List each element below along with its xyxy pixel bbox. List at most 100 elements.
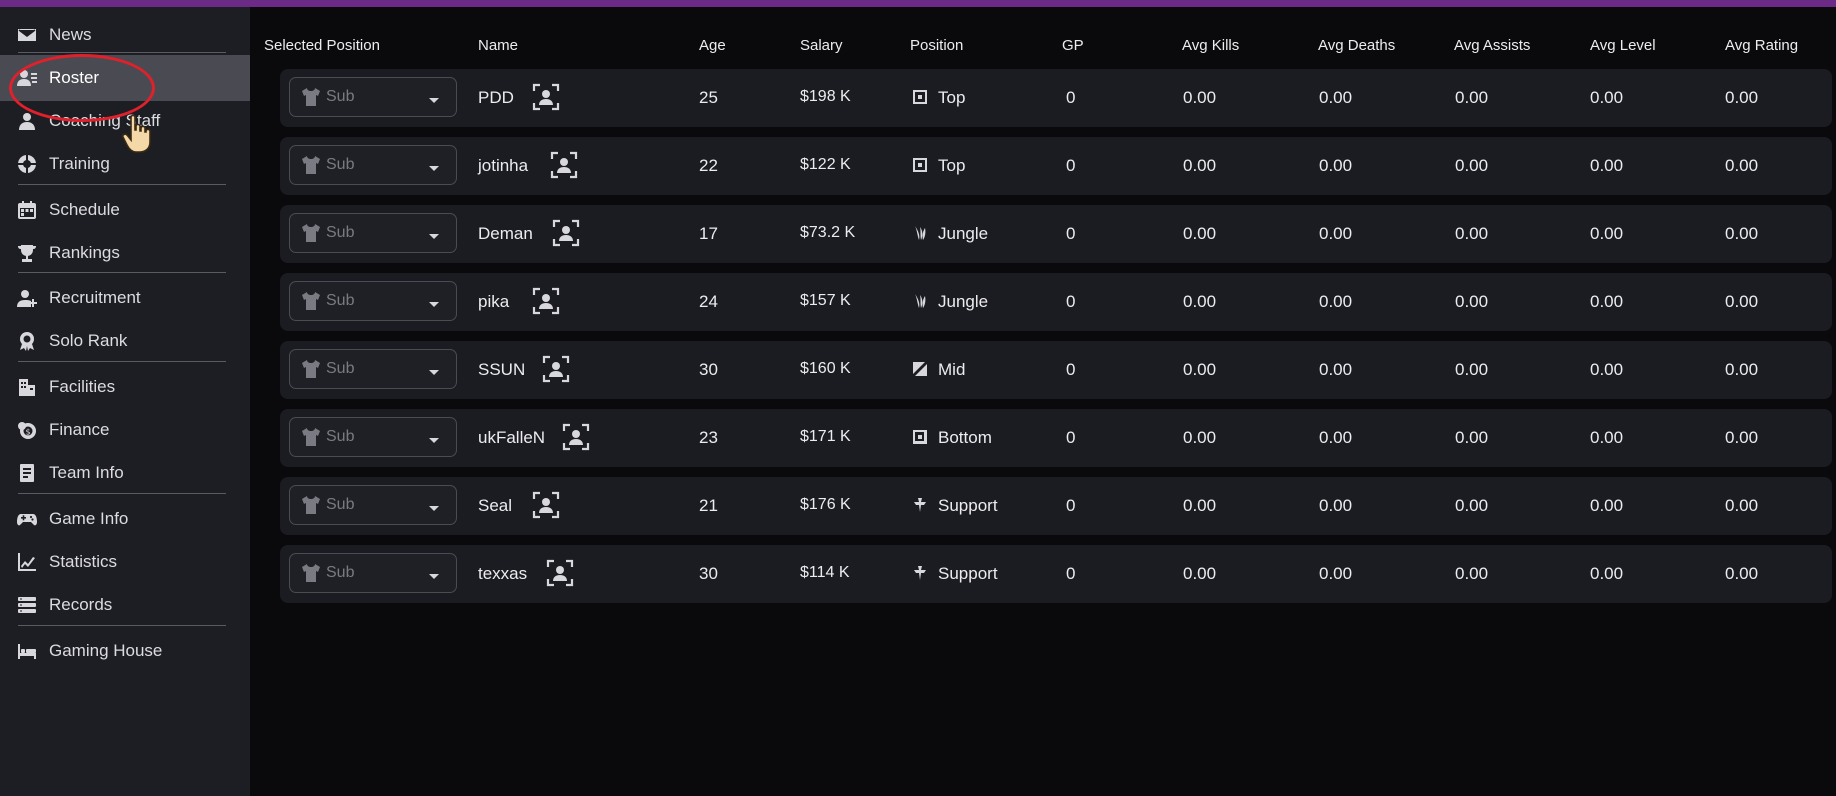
- player-position: Jungle: [938, 224, 989, 243]
- player-name[interactable]: pika: [478, 292, 509, 312]
- header-gp[interactable]: GP: [1062, 37, 1084, 54]
- sidebar-item-label: Recruitment: [49, 288, 141, 307]
- header-salary[interactable]: Salary: [800, 37, 843, 54]
- player-avg-assists: 0.00: [1455, 428, 1489, 447]
- player-name[interactable]: Deman: [478, 224, 533, 244]
- header-selected-position[interactable]: Selected Position: [264, 37, 380, 54]
- sidebar-item-label: Rankings: [49, 243, 120, 262]
- table-row[interactable]: Sub Deman 17 $73.2 K Jungle 0 0.00 0.00 0.00 0.00…: [280, 205, 1832, 263]
- table-row[interactable]: Sub texxas 30 $114 K Support 0 0.00 0.00 0.00 0.0…: [280, 545, 1832, 603]
- header-avg-rating[interactable]: Avg Rating: [1725, 37, 1798, 54]
- selected-position-value: Sub: [326, 428, 355, 445]
- sidebar-item-label: Statistics: [49, 552, 118, 571]
- player-profile-icon[interactable]: [546, 559, 574, 587]
- player-avg-level: 0.00: [1590, 224, 1624, 243]
- sidebar-item-gaming-house[interactable]: Gaming House: [0, 628, 250, 674]
- sidebar-item-recruitment[interactable]: Recruitment: [0, 275, 250, 321]
- player-avg-kills: 0.00: [1183, 428, 1217, 447]
- player-avg-assists: 0.00: [1455, 88, 1489, 107]
- selected-position-dropdown[interactable]: Sub: [289, 213, 457, 253]
- sidebar-item-roster[interactable]: Roster: [0, 55, 250, 101]
- sidebar-item-schedule[interactable]: Schedule: [0, 187, 250, 233]
- header-age[interactable]: Age: [699, 37, 726, 54]
- player-profile-icon[interactable]: [532, 287, 560, 315]
- table-row[interactable]: Sub ukFalleN 23 $171 K Bottom 0 0.00 0.00 0.00 0.…: [280, 409, 1832, 467]
- chevron-down-icon: [428, 363, 440, 375]
- selected-position-value: Sub: [326, 156, 355, 173]
- jersey-icon: [301, 495, 321, 515]
- player-profile-icon[interactable]: [532, 83, 560, 111]
- header-name[interactable]: Name: [478, 37, 518, 54]
- header-avg-assists[interactable]: Avg Assists: [1454, 37, 1530, 54]
- sidebar-item-coaching-staff[interactable]: Coaching Staff: [0, 98, 250, 144]
- selected-position-value: Sub: [326, 88, 355, 105]
- building-icon: [16, 376, 38, 398]
- player-avg-rating: 0.00: [1725, 292, 1759, 311]
- selected-position-dropdown[interactable]: Sub: [289, 145, 457, 185]
- sidebar-item-rankings[interactable]: Rankings: [0, 230, 250, 276]
- header-avg-level[interactable]: Avg Level: [1590, 37, 1656, 54]
- selected-position-dropdown[interactable]: Sub: [289, 281, 457, 321]
- player-salary: $114 K: [800, 564, 850, 581]
- player-profile-icon[interactable]: [550, 151, 578, 179]
- player-name[interactable]: SSUN: [478, 360, 525, 380]
- table-header: Selected Position Name Age Salary Positi…: [250, 37, 1836, 67]
- trophy-icon: [16, 242, 38, 264]
- selected-position-dropdown[interactable]: Sub: [289, 417, 457, 457]
- sidebar-item-team-info[interactable]: Team Info: [0, 450, 250, 496]
- player-profile-icon[interactable]: [532, 491, 560, 519]
- chevron-down-icon: [428, 431, 440, 443]
- player-avg-level: 0.00: [1590, 564, 1624, 583]
- selected-position-dropdown[interactable]: Sub: [289, 553, 457, 593]
- player-age: 21: [699, 496, 718, 515]
- support-icon: [912, 497, 928, 513]
- sidebar-item-news[interactable]: News: [0, 12, 250, 58]
- table-row[interactable]: Sub SSUN 30 $160 K Mid 0 0.00 0.00 0.00 0.00 0.00: [280, 341, 1832, 399]
- player-age: 30: [699, 564, 718, 583]
- table-row[interactable]: Sub jotinha 22 $122 K Top 0 0.00 0.00 0.00 0.00 0.…: [280, 137, 1832, 195]
- player-avg-deaths: 0.00: [1319, 360, 1353, 379]
- header-position[interactable]: Position: [910, 37, 963, 54]
- sidebar-item-solo-rank[interactable]: Solo Rank: [0, 318, 250, 364]
- chevron-down-icon: [428, 295, 440, 307]
- player-position: Support: [938, 496, 998, 515]
- selected-position-dropdown[interactable]: Sub: [289, 349, 457, 389]
- selected-position-dropdown[interactable]: Sub: [289, 485, 457, 525]
- sidebar-item-records[interactable]: Records: [0, 582, 250, 628]
- table-row[interactable]: Sub Seal 21 $176 K Support 0 0.00 0.00 0.00 0.00 0…: [280, 477, 1832, 535]
- player-age: 25: [699, 88, 718, 107]
- selected-position-dropdown[interactable]: Sub: [289, 77, 457, 117]
- sidebar-item-training[interactable]: Training: [0, 141, 250, 187]
- sidebar-item-statistics[interactable]: Statistics: [0, 539, 250, 585]
- selected-position-value: Sub: [326, 360, 355, 377]
- table-row[interactable]: Sub pika 24 $157 K Jungle 0 0.00 0.00 0.00 0.00 0.…: [280, 273, 1832, 331]
- player-age: 23: [699, 428, 718, 447]
- sidebar-item-label: Training: [49, 154, 110, 173]
- top-lane-icon: [912, 89, 928, 105]
- player-position: Jungle: [938, 292, 989, 311]
- player-name[interactable]: PDD: [478, 88, 514, 108]
- player-gp: 0: [1066, 292, 1076, 311]
- player-name[interactable]: texxas: [478, 564, 527, 584]
- sidebar-item-finance[interactable]: $ Finance: [0, 407, 250, 453]
- header-avg-deaths[interactable]: Avg Deaths: [1318, 37, 1395, 54]
- chevron-down-icon: [428, 159, 440, 171]
- player-avg-deaths: 0.00: [1319, 496, 1353, 515]
- chart-icon: [16, 551, 38, 573]
- player-profile-icon[interactable]: [562, 423, 590, 451]
- header-avg-kills[interactable]: Avg Kills: [1182, 37, 1239, 54]
- player-position: Top: [938, 88, 966, 107]
- player-position: Support: [938, 564, 998, 583]
- player-profile-icon[interactable]: [542, 355, 570, 383]
- player-name[interactable]: jotinha: [478, 156, 528, 176]
- sidebar-item-facilities[interactable]: Facilities: [0, 364, 250, 410]
- player-profile-icon[interactable]: [552, 219, 580, 247]
- sidebar-item-game-info[interactable]: Game Info: [0, 496, 250, 542]
- chevron-down-icon: [428, 227, 440, 239]
- table-row[interactable]: Sub PDD 25 $198 K Top 0 0.00 0.00 0.00 0.00 0.00: [280, 69, 1832, 127]
- roster-icon: [16, 67, 38, 89]
- player-name[interactable]: Seal: [478, 496, 512, 516]
- calendar-icon: [16, 199, 38, 221]
- selected-position-value: Sub: [326, 292, 355, 309]
- player-name[interactable]: ukFalleN: [478, 428, 545, 448]
